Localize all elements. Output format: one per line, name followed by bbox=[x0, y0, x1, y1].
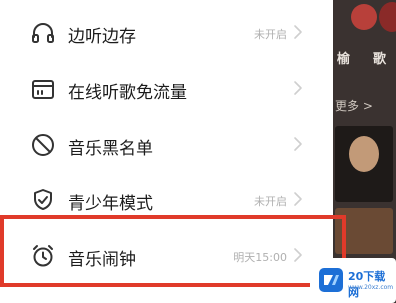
menu-item-label: 在线听歌免流量 bbox=[68, 83, 187, 103]
block-icon bbox=[30, 132, 56, 158]
menu-item-label: 音乐黑名单 bbox=[68, 139, 153, 159]
album-thumb bbox=[351, 4, 377, 30]
menu-item-label: 边听边存 bbox=[68, 27, 136, 47]
more-link[interactable]: 更多 > bbox=[335, 97, 373, 114]
menu-item-blacklist[interactable]: 音乐黑名单 bbox=[0, 117, 333, 173]
sim-card-icon bbox=[30, 76, 56, 102]
cover-image[interactable] bbox=[335, 126, 393, 202]
feed-label: 榆 bbox=[337, 52, 351, 67]
menu-item-free-data[interactable]: 在线听歌免流量 bbox=[0, 61, 333, 117]
watermark-url: www.20xz.com bbox=[348, 284, 394, 291]
menu-item-label: 青少年模式 bbox=[68, 194, 153, 214]
highlight-box bbox=[0, 215, 346, 287]
watermark: 20下载网 www.20xz.com bbox=[310, 258, 396, 303]
headphones-icon bbox=[30, 20, 56, 46]
feed-label: 歌 bbox=[373, 52, 387, 67]
album-thumb bbox=[379, 2, 396, 32]
chevron-right-icon bbox=[293, 79, 303, 97]
chevron-right-icon bbox=[293, 23, 303, 41]
chevron-right-icon bbox=[293, 135, 303, 153]
menu-item-listen-and-save[interactable]: 边听边存 未开启 bbox=[0, 5, 333, 61]
watermark-logo-icon bbox=[318, 267, 344, 293]
menu-item-status: 未开启 bbox=[254, 195, 287, 208]
menu-item-status: 未开启 bbox=[254, 28, 287, 41]
chevron-right-icon bbox=[293, 190, 303, 208]
shield-check-icon bbox=[30, 187, 56, 213]
